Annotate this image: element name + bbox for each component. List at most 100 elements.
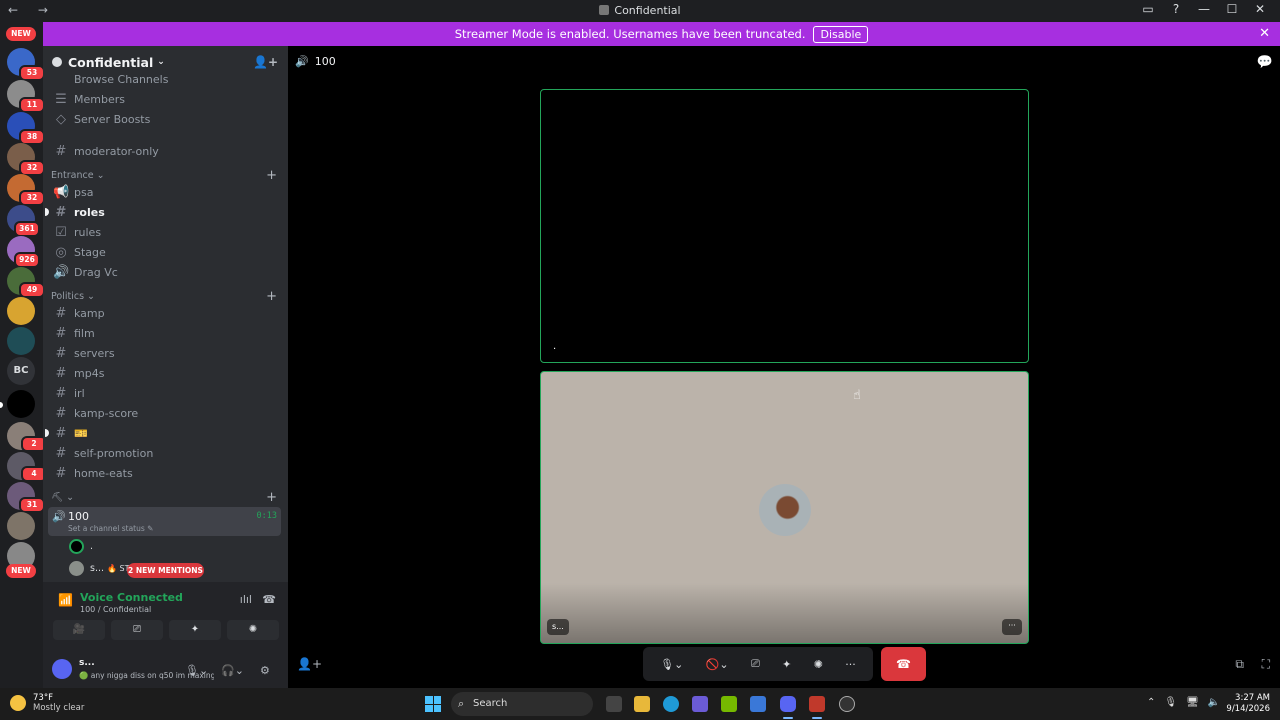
voice-connected-label[interactable]: Voice Connected [80, 591, 183, 604]
voice-timer: 0:13 [256, 511, 277, 521]
windows-start-icon[interactable] [425, 696, 441, 712]
browse-channels-item[interactable]: Browse Channels [48, 72, 281, 86]
create-channel-icon[interactable]: + [266, 289, 277, 304]
participant-tile-1[interactable]: . [540, 89, 1029, 363]
channel-self-promotion[interactable]: # self-promotion [48, 443, 281, 463]
channel-kamp[interactable]: # kamp [48, 303, 281, 323]
microphone-toggle-icon[interactable]: 🎙⌄ [660, 658, 683, 671]
channel-home-eats[interactable]: # home-eats [48, 463, 281, 483]
game-app-icon[interactable] [692, 696, 708, 712]
activities-button[interactable]: ✦ [169, 620, 221, 640]
screen-share-icon[interactable]: ⎚ [751, 657, 760, 671]
channel-roles[interactable]: # roles [45, 202, 281, 222]
create-channel-icon[interactable]: + [266, 490, 277, 505]
edge-icon[interactable] [663, 696, 679, 712]
voice-channel-active[interactable]: 🔊 100 Set a channel status ✎ 0:13 [48, 507, 281, 536]
microphone-icon[interactable]: 🎙⌄ [185, 664, 208, 677]
server-icon-9[interactable] [7, 297, 35, 325]
chat-bubble-icon[interactable]: 💬 [1257, 55, 1273, 70]
channel-film[interactable]: # film [48, 323, 281, 343]
camera-toggle-icon[interactable]: 🚫⌄ [706, 658, 729, 671]
new-badge-top[interactable]: NEW [6, 27, 36, 41]
noise-suppression-icon[interactable]: ılıl [240, 593, 252, 606]
server-icon-15[interactable] [7, 512, 35, 540]
signal-icon[interactable]: 📶 [58, 593, 73, 607]
taskbar-search[interactable]: ⌕ Search [451, 692, 593, 716]
category-entrance[interactable]: Entrance ⌄ + [51, 167, 281, 183]
fullscreen-icon[interactable]: ⛶ [1262, 657, 1270, 672]
inbox-icon[interactable]: ▭ [1136, 2, 1160, 16]
help-icon[interactable]: ? [1164, 2, 1188, 16]
channel-emoji[interactable]: # 🎫 [45, 423, 281, 443]
server-boosts-item[interactable]: ◇ Server Boosts [48, 109, 281, 129]
category-unnamed[interactable]: ⛏ ⌄ + [51, 489, 281, 505]
camera-off-button[interactable]: 🎥 [53, 620, 105, 640]
disable-streamer-button[interactable]: Disable [813, 25, 869, 43]
new-badge-bottom[interactable]: NEW [6, 564, 36, 578]
invite-people-icon[interactable]: 👤+ [253, 55, 278, 69]
weather-text: Mostly clear [33, 703, 85, 713]
minimize-button[interactable]: — [1192, 2, 1216, 16]
channel-stage[interactable]: ◎ Stage [48, 242, 281, 262]
voice-user-2[interactable]: s... 🔥 ST [69, 559, 130, 577]
voice-location[interactable]: 100 / Confidential [80, 605, 151, 614]
disconnect-icon[interactable]: ☎ [262, 593, 276, 606]
channel-moderator-only[interactable]: # moderator-only [48, 141, 281, 161]
activities-icon[interactable]: ✦ [782, 658, 791, 671]
members-item[interactable]: ☰ Members [48, 89, 281, 109]
soundboard-button[interactable]: ✺ [227, 620, 279, 640]
avatar [69, 538, 84, 554]
weather-widget[interactable]: 73°F Mostly clear [10, 693, 84, 713]
maximize-button[interactable]: ☐ [1220, 2, 1244, 16]
channel-drag-vc[interactable]: 🔊 Drag Vc [48, 262, 281, 282]
create-channel-icon[interactable]: + [266, 168, 277, 183]
mic-tray-icon[interactable]: 🎙 [1164, 697, 1177, 708]
username[interactable]: s... [79, 658, 95, 668]
close-window-button[interactable]: ✕ [1248, 2, 1272, 16]
hash-icon: # [55, 345, 67, 361]
network-icon[interactable]: 🖥 [1186, 697, 1199, 708]
file-explorer-icon[interactable] [634, 696, 650, 712]
channel-rules[interactable]: ☑ rules [48, 222, 281, 242]
channel-irl[interactable]: # irl [48, 383, 281, 403]
channel-mp4s[interactable]: # mp4s [48, 363, 281, 383]
chevron-up-icon[interactable]: ⌃ [1147, 697, 1155, 708]
headphones-icon[interactable]: 🎧⌄ [221, 664, 244, 677]
channel-servers[interactable]: # servers [48, 343, 281, 363]
mention-badge: 32 [19, 190, 45, 206]
category-politics[interactable]: Politics ⌄ + [51, 288, 281, 304]
channel-psa[interactable]: 📢 psa [48, 182, 281, 202]
call-control-group: 🎙⌄ 🚫⌄ ⎚ ✦ ✺ ··· [643, 647, 873, 681]
channel-kamp-score[interactable]: # kamp-score [48, 403, 281, 423]
channel-status[interactable]: Set a channel status ✎ [68, 524, 153, 533]
tile-gradient [541, 583, 1028, 643]
obs-icon[interactable] [839, 696, 855, 712]
discord-icon[interactable] [780, 696, 796, 719]
new-mentions-pill[interactable]: 2 NEW MENTIONS [127, 563, 204, 578]
video-app-icon[interactable] [809, 696, 825, 719]
user-panel: s... 🟢 any nigga diss on q50 im maxing .… [43, 652, 288, 688]
hash-icon: # [55, 365, 67, 381]
server-icon-bc[interactable]: BC [7, 357, 35, 385]
nvidia-icon[interactable] [721, 696, 737, 712]
soundboard-icon[interactable]: ✺ [814, 658, 823, 671]
banner-text: Streamer Mode is enabled. Usernames have… [454, 27, 806, 41]
popout-icon[interactable]: ⧉ [1235, 657, 1244, 672]
taskbar-clock[interactable]: 3:27 AM 9/14/2026 [1226, 693, 1270, 715]
banner-close-icon[interactable]: ✕ [1259, 26, 1270, 41]
more-icon[interactable]: ··· [845, 658, 856, 671]
settings-gear-icon[interactable]: ⚙ [260, 664, 270, 677]
screen-share-button[interactable]: ⎚ [111, 620, 163, 640]
server-icon-10[interactable] [7, 327, 35, 355]
end-call-button[interactable]: ☎ [881, 647, 926, 681]
task-view-icon[interactable] [606, 696, 622, 712]
store-icon[interactable] [750, 696, 766, 712]
add-person-icon[interactable]: 👤+ [297, 657, 322, 671]
more-options-icon[interactable]: ··· [1002, 619, 1022, 635]
server-icon-dark[interactable] [7, 390, 35, 418]
volume-icon[interactable]: 🔈 [1208, 697, 1220, 708]
boost-icon: ◇ [56, 111, 66, 127]
participant-tile-2[interactable]: s... ··· [540, 371, 1029, 644]
user-avatar[interactable] [52, 659, 72, 679]
voice-user-1[interactable]: . [69, 537, 93, 555]
